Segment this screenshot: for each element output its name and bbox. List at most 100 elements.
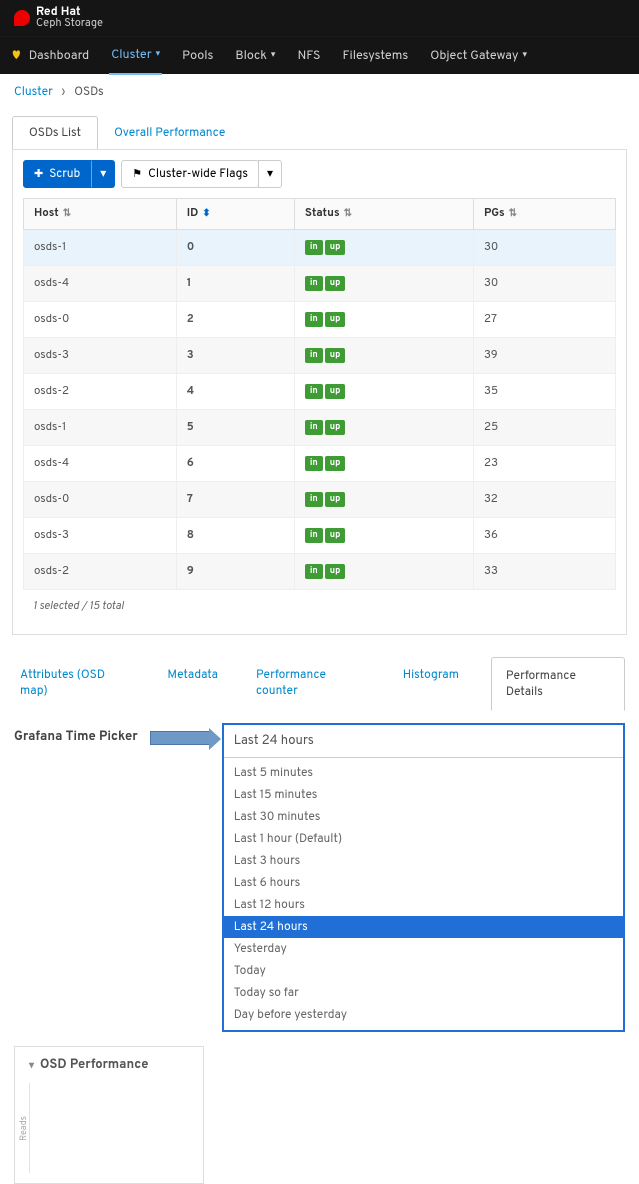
chevron-down-icon: ▾ (271, 50, 276, 61)
brand-product: Ceph Storage (36, 18, 103, 30)
table-row[interactable]: osds-38inup36 (24, 518, 616, 554)
cell-pgs: 27 (474, 302, 616, 338)
nav-block[interactable]: Block ▾ (233, 38, 277, 74)
col-host[interactable]: Host⇅ (24, 199, 177, 230)
status-badge-up: up (325, 564, 346, 579)
chevron-down-icon: ▾ (267, 166, 273, 182)
table-row[interactable]: osds-24inup35 (24, 374, 616, 410)
cell-host: osds-0 (24, 302, 177, 338)
cell-pgs: 35 (474, 374, 616, 410)
cell-status: inup (294, 446, 473, 482)
subtab-perf-counter[interactable]: Performance counter (250, 657, 371, 711)
nav-dashboard[interactable]: ♥ Dashboard (10, 38, 91, 74)
status-badge-up: up (325, 348, 346, 363)
table-row[interactable]: osds-02inup27 (24, 302, 616, 338)
cell-host: osds-1 (24, 410, 177, 446)
nav-cluster-label: Cluster (111, 47, 151, 63)
main-nav: ♥ Dashboard Cluster ▾ Pools Block ▾ NFS … (0, 36, 639, 74)
nav-filesystems[interactable]: Filesystems (341, 38, 411, 74)
time-picker-option[interactable]: Today (224, 960, 623, 982)
table-row[interactable]: osds-29inup33 (24, 554, 616, 590)
sort-icon: ⇅ (344, 207, 352, 220)
table-row[interactable]: osds-41inup30 (24, 266, 616, 302)
time-picker-option[interactable]: Today so far (224, 982, 623, 1004)
status-badge-up: up (325, 456, 346, 471)
col-status[interactable]: Status⇅ (294, 199, 473, 230)
cell-host: osds-3 (24, 338, 177, 374)
cell-id: 8 (176, 518, 294, 554)
cell-status: inup (294, 374, 473, 410)
time-picker-option[interactable]: Last 15 minutes (224, 784, 623, 806)
tab-overall-performance[interactable]: Overall Performance (97, 116, 242, 149)
cell-status: inup (294, 518, 473, 554)
sort-icon: ⇅ (509, 207, 517, 220)
scrub-button[interactable]: ✚ Scrub (23, 160, 91, 188)
cell-host: osds-4 (24, 446, 177, 482)
cluster-flags-button[interactable]: ⚑ Cluster-wide Flags (121, 160, 259, 188)
time-picker-option[interactable]: Last 12 hours (224, 894, 623, 916)
table-row[interactable]: osds-10inup30 (24, 230, 616, 266)
time-picker-option[interactable]: Day before yesterday (224, 1004, 623, 1026)
sort-icon: ⇅ (63, 207, 71, 220)
cell-id: 9 (176, 554, 294, 590)
cell-host: osds-2 (24, 374, 177, 410)
status-badge-up: up (325, 492, 346, 507)
cell-status: inup (294, 302, 473, 338)
nav-object-gateway[interactable]: Object Gateway ▾ (428, 38, 529, 74)
time-picker-option[interactable]: Last 6 hours (224, 872, 623, 894)
osds-panel: ✚ Scrub ▾ ⚑ Cluster-wide Flags ▾ Host⇅ I… (12, 149, 627, 635)
chevron-down-icon[interactable]: ▾ (29, 1059, 34, 1072)
subtab-perf-details[interactable]: Performance Details (491, 657, 625, 711)
status-badge-in: in (305, 456, 323, 471)
cell-pgs: 30 (474, 230, 616, 266)
cluster-flags-dropdown[interactable]: ▾ (258, 160, 282, 188)
time-picker-option[interactable]: Last 5 minutes (224, 762, 623, 784)
time-picker-dropdown[interactable]: Last 5 minutesLast 15 minutesLast 30 min… (222, 723, 625, 1032)
breadcrumb-current: OSDs (74, 84, 103, 100)
cell-status: inup (294, 410, 473, 446)
cell-pgs: 36 (474, 518, 616, 554)
sort-asc-icon: ⬍ (202, 207, 210, 220)
cell-status: inup (294, 338, 473, 374)
scrub-dropdown[interactable]: ▾ (91, 160, 115, 188)
cell-id: 4 (176, 374, 294, 410)
osds-table: Host⇅ ID⬍ Status⇅ PGs⇅ osds-10inup30osds… (23, 198, 616, 590)
table-row[interactable]: osds-33inup39 (24, 338, 616, 374)
tab-osds-list[interactable]: OSDs List (12, 116, 98, 149)
subtab-metadata[interactable]: Metadata (161, 657, 224, 711)
cell-status: inup (294, 554, 473, 590)
time-picker-option[interactable]: Yesterday (224, 938, 623, 960)
masthead: Red Hat Ceph Storage (0, 0, 639, 36)
top-tabstrip: OSDs List Overall Performance (12, 116, 627, 149)
perf-chart-area: Reads (29, 1083, 189, 1173)
detail-tabstrip: Attributes (OSD map) Metadata Performanc… (14, 657, 625, 711)
col-pgs[interactable]: PGs⇅ (474, 199, 616, 230)
time-picker-input[interactable] (224, 725, 623, 758)
breadcrumb: Cluster › OSDs (0, 74, 639, 110)
table-row[interactable]: osds-46inup23 (24, 446, 616, 482)
table-row[interactable]: osds-15inup25 (24, 410, 616, 446)
brand: Red Hat Ceph Storage (36, 6, 103, 30)
col-id[interactable]: ID⬍ (176, 199, 294, 230)
cell-host: osds-1 (24, 230, 177, 266)
nav-pools[interactable]: Pools (180, 38, 215, 74)
flag-icon: ⚑ (132, 167, 142, 182)
breadcrumb-root[interactable]: Cluster (14, 84, 53, 100)
nav-nfs[interactable]: NFS (295, 38, 322, 74)
subtab-histogram[interactable]: Histogram (397, 657, 465, 711)
cell-id: 3 (176, 338, 294, 374)
time-picker-option[interactable]: Last 24 hours (224, 916, 623, 938)
time-picker-option[interactable]: Last 3 hours (224, 850, 623, 872)
status-badge-in: in (305, 312, 323, 327)
time-picker-option[interactable]: Last 1 hour (Default) (224, 828, 623, 850)
cell-id: 5 (176, 410, 294, 446)
table-row[interactable]: osds-07inup32 (24, 482, 616, 518)
time-picker-option[interactable]: Last 30 minutes (224, 806, 623, 828)
subtab-attributes[interactable]: Attributes (OSD map) (14, 657, 135, 711)
cell-host: osds-4 (24, 266, 177, 302)
nav-cluster[interactable]: Cluster ▾ (109, 37, 162, 75)
cell-pgs: 39 (474, 338, 616, 374)
broom-icon: ✚ (34, 167, 43, 182)
redhat-logo-icon (14, 10, 30, 26)
time-picker-label: Grafana Time Picker (14, 723, 138, 745)
